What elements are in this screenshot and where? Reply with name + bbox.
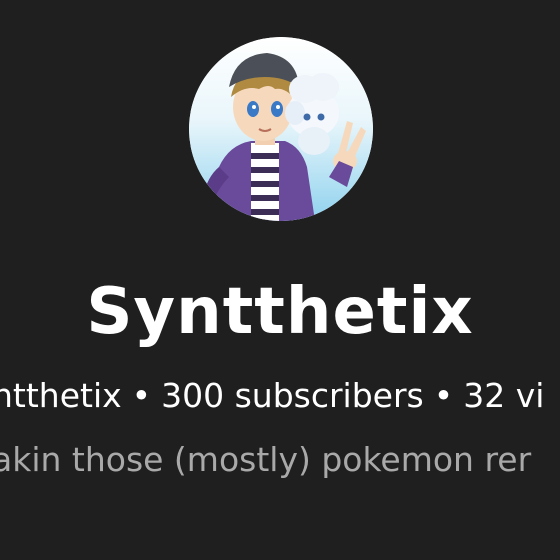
channel-title: Syntthetix: [86, 275, 474, 349]
channel-handle[interactable]: ntthetix: [0, 376, 122, 415]
avatar-icon: [189, 37, 373, 221]
channel-description[interactable]: akin those (mostly) pokemon rer: [0, 438, 531, 482]
meta-separator: •: [131, 376, 152, 415]
channel-meta-row: ntthetix • 300 subscribers • 32 vi: [0, 374, 544, 418]
video-count[interactable]: 32 vi: [463, 376, 544, 415]
meta-separator: •: [433, 376, 454, 415]
subscriber-count: 300 subscribers: [161, 376, 424, 415]
channel-header: Syntthetix ntthetix • 300 subscribers • 32 v…: [0, 0, 560, 560]
avatar[interactable]: [189, 37, 373, 221]
